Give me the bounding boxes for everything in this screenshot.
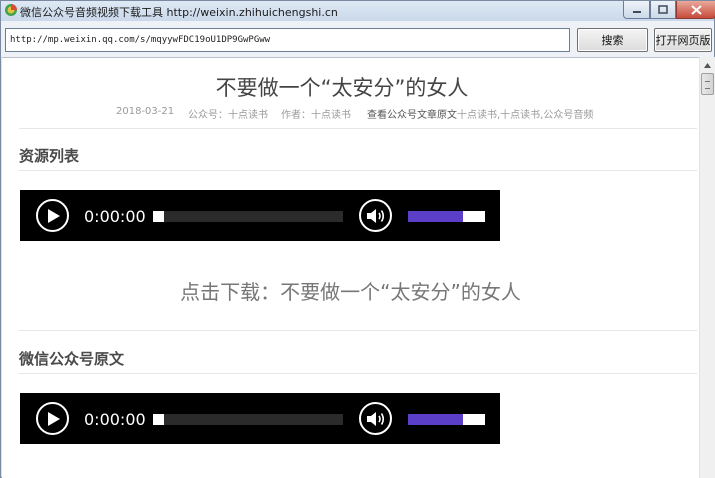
article-author: 作者：十点读书 xyxy=(281,110,351,121)
progress-bar[interactable] xyxy=(153,211,343,222)
vertical-scrollbar[interactable] xyxy=(699,57,715,478)
progress-handle[interactable] xyxy=(153,414,164,425)
article-date: 2018-03-21 xyxy=(116,106,175,117)
article-tags: 十点读书,十点读书,公众号音频 xyxy=(457,110,594,121)
volume-fill xyxy=(408,211,463,222)
volume-slider[interactable] xyxy=(408,211,485,222)
play-icon xyxy=(48,412,60,426)
app-window: 微信公众号音频视频下载工具 http://weixin.zhihuichengs… xyxy=(0,0,715,478)
minimize-icon xyxy=(632,10,641,13)
scroll-up-icon xyxy=(704,62,711,68)
maximize-button[interactable] xyxy=(650,1,676,19)
minimize-button[interactable] xyxy=(623,1,650,19)
window-title: 微信公众号音频视频下载工具 http://weixin.zhihuichengs… xyxy=(20,6,338,19)
browser-content: 不要做一个“太安分”的女人 2018-03-21 公众号：十点读书 作者：十点读… xyxy=(2,57,699,478)
divider xyxy=(19,128,697,129)
scroll-thumb[interactable] xyxy=(701,73,714,95)
volume-slider[interactable] xyxy=(408,414,485,425)
audio-player: 0:00:00 xyxy=(20,190,500,241)
view-original-label[interactable]: 查看公众号文章原文 xyxy=(367,110,457,121)
article-title: 不要做一个“太安分”的女人 xyxy=(215,76,469,100)
progress-bar[interactable] xyxy=(153,414,343,425)
volume-fill xyxy=(408,414,463,425)
volume-handle[interactable] xyxy=(463,211,475,222)
app-icon xyxy=(5,4,17,16)
divider xyxy=(19,330,697,331)
article-account: 公众号：十点读书 xyxy=(188,110,268,121)
close-button[interactable] xyxy=(676,1,715,19)
toolbar: 搜索 打开网页版 xyxy=(1,21,714,57)
volume-handle[interactable] xyxy=(463,414,475,425)
open-webpage-button[interactable]: 打开网页版 xyxy=(654,28,712,52)
play-button[interactable] xyxy=(36,199,69,232)
divider xyxy=(19,170,697,171)
mute-button[interactable] xyxy=(359,199,392,232)
maximize-icon xyxy=(658,5,668,14)
play-button[interactable] xyxy=(36,402,69,435)
current-time: 0:00:00 xyxy=(84,410,146,429)
divider xyxy=(19,373,697,374)
close-icon xyxy=(690,4,702,15)
play-icon xyxy=(48,209,60,223)
volume-icon xyxy=(367,209,385,223)
title-bar[interactable]: 微信公众号音频视频下载工具 http://weixin.zhihuichengs… xyxy=(1,1,715,21)
resources-heading: 资源列表 xyxy=(19,147,80,165)
progress-handle[interactable] xyxy=(153,211,164,222)
current-time: 0:00:00 xyxy=(84,207,146,226)
volume-icon xyxy=(367,412,385,426)
view-original-link[interactable]: 查看公众号文章原文十点读书,十点读书,公众号音频 xyxy=(367,106,593,121)
scroll-up-button[interactable] xyxy=(700,57,715,73)
audio-player: 0:00:00 xyxy=(20,393,500,444)
download-link[interactable]: 点击下载：不要做一个“太安分”的女人 xyxy=(2,276,699,305)
url-input[interactable] xyxy=(5,28,570,52)
mute-button[interactable] xyxy=(359,402,392,435)
original-heading: 微信公众号原文 xyxy=(19,350,125,368)
search-button[interactable]: 搜索 xyxy=(577,28,648,52)
